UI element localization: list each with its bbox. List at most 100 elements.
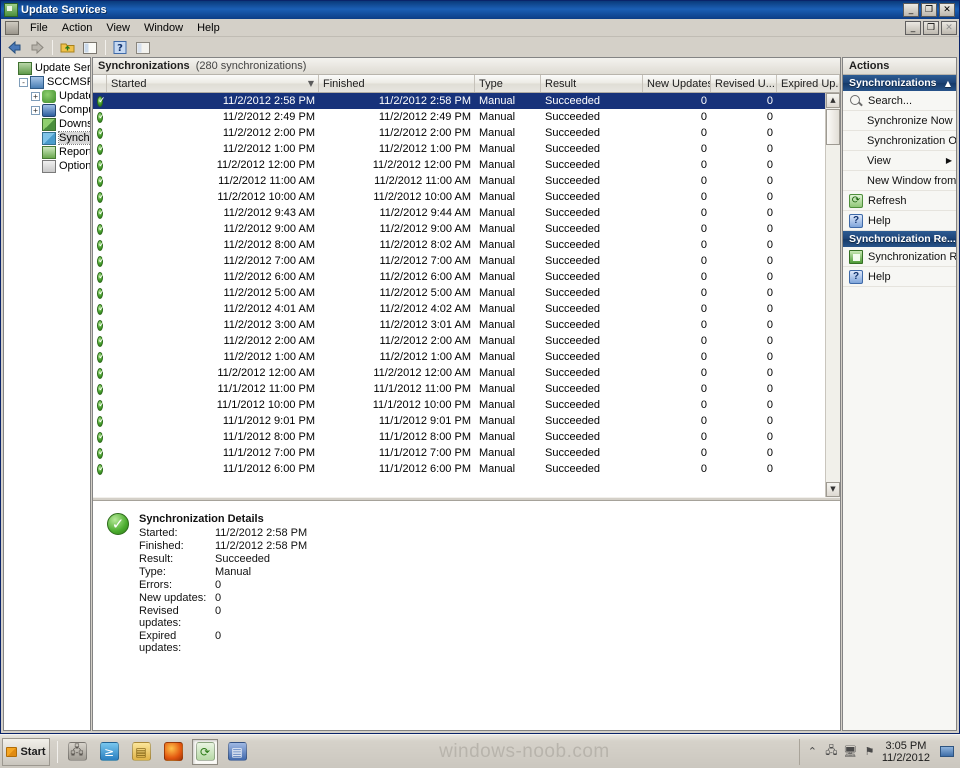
action-item-help[interactable]: Help	[843, 211, 956, 231]
cell-started: 11/2/2012 12:00 AM	[217, 367, 315, 379]
table-row[interactable]: 11/2/2012 4:01 AM 11/2/2012 4:02 AM Manual…	[93, 301, 825, 317]
start-button[interactable]: Start	[2, 737, 50, 766]
taskbar-explorer-icon[interactable]: ▤	[128, 739, 154, 765]
table-row[interactable]: 11/2/2012 2:58 PM 11/2/2012 2:58 PM Manual…	[93, 93, 825, 109]
table-row[interactable]: 11/2/2012 9:00 AM 11/2/2012 9:00 AM Manual…	[93, 221, 825, 237]
cell-new-updates: 0	[700, 415, 707, 427]
action-item-search[interactable]: Search...	[843, 91, 956, 111]
table-row[interactable]: 11/2/2012 10:00 AM 11/2/2012 10:00 AM Manu…	[93, 189, 825, 205]
expander-icon[interactable]: +	[31, 91, 40, 101]
table-row[interactable]: 11/1/2012 7:00 PM 11/1/2012 7:00 PM Manual…	[93, 445, 825, 461]
show-hidden-icons-icon[interactable]: ⌃	[806, 745, 819, 758]
menu-item-file[interactable]: File	[23, 20, 55, 36]
scroll-up-button[interactable]: ▲	[826, 93, 840, 108]
action-item-synchronize-now[interactable]: Synchronize Now	[843, 111, 956, 131]
action-item-view[interactable]: View ▶	[843, 151, 956, 171]
column-header-result[interactable]: Result	[541, 75, 643, 92]
action-item-new-window-from[interactable]: New Window from...	[843, 171, 956, 191]
tree-node-synchronizations[interactable]: Synchronizations	[4, 131, 90, 145]
menu-item-help[interactable]: Help	[190, 20, 227, 36]
tree-node-reports[interactable]: Reports	[4, 145, 90, 159]
table-row[interactable]: 11/2/2012 7:00 AM 11/2/2012 7:00 AM Manual…	[93, 253, 825, 269]
actions-group-header[interactable]: Synchronization Re...▲	[843, 231, 956, 247]
table-row[interactable]: 11/1/2012 9:01 PM 11/1/2012 9:01 PM Manual…	[93, 413, 825, 429]
table-row[interactable]: 11/2/2012 5:00 AM 11/2/2012 5:00 AM Manual…	[93, 285, 825, 301]
succeeded-icon	[97, 175, 103, 187]
expander-icon[interactable]: -	[19, 77, 28, 87]
close-button[interactable]: ✕	[939, 3, 955, 17]
action-item-refresh[interactable]: Refresh	[843, 191, 956, 211]
cell-expired-updates: 0	[777, 255, 825, 267]
mdi-close-button[interactable]: ✕	[941, 21, 957, 35]
cell-result: Succeeded	[545, 447, 601, 459]
show-desktop-button[interactable]	[940, 746, 954, 757]
table-row[interactable]: 11/2/2012 12:00 PM 11/2/2012 12:00 PM Manu…	[93, 157, 825, 173]
menu-item-view[interactable]: View	[99, 20, 137, 36]
column-header-type[interactable]: Type	[475, 75, 541, 92]
column-header-revised-u-[interactable]: Revised U...	[711, 75, 777, 92]
action-center-icon[interactable]: ⚑	[863, 745, 876, 758]
cell-new-updates: 0	[700, 111, 707, 123]
table-row[interactable]: 11/2/2012 1:00 PM 11/2/2012 1:00 PM Manual…	[93, 141, 825, 157]
tree-node-computers[interactable]: + Computers	[4, 103, 90, 117]
column-header-started[interactable]: Started ▼	[107, 75, 319, 92]
table-row[interactable]: 11/1/2012 11:00 PM 11/1/2012 11:00 PM Manu…	[93, 381, 825, 397]
network-icon[interactable]: 🖧	[825, 744, 838, 758]
window-titlebar[interactable]: Update Services _ ❐ ✕	[1, 1, 959, 19]
taskbar-update-services-icon[interactable]: ⟳	[192, 738, 218, 765]
clock-time: 3:05 PM	[885, 739, 927, 752]
table-row[interactable]: 11/1/2012 10:00 PM 11/1/2012 10:00 PM Manu…	[93, 397, 825, 413]
expander-icon[interactable]: +	[31, 105, 40, 115]
column-header-finished[interactable]: Finished	[319, 75, 475, 92]
taskbar-server-manager-icon[interactable]: 🖧	[64, 739, 90, 765]
table-row[interactable]: 11/2/2012 11:00 AM 11/2/2012 11:00 AM Manu…	[93, 173, 825, 189]
cell-started: 11/2/2012 1:00 PM	[222, 143, 315, 155]
listview-header[interactable]: Started ▼ Finished Type Result New Updates Rev…	[93, 75, 840, 93]
cell-started: 11/1/2012 7:00 PM	[222, 447, 315, 459]
menu-item-window[interactable]: Window	[137, 20, 190, 36]
mdi-restore-button[interactable]: ❐	[923, 21, 939, 35]
table-row[interactable]: 11/1/2012 8:00 PM 11/1/2012 8:00 PM Manual…	[93, 429, 825, 445]
table-row[interactable]: 11/1/2012 6:00 PM 11/1/2012 6:00 PM Manual…	[93, 461, 825, 477]
minimize-button[interactable]: _	[903, 3, 919, 17]
tree-node-downstream-servers[interactable]: Downstream Servers	[4, 117, 90, 131]
display-icon[interactable]: 🖥	[843, 745, 857, 758]
table-row[interactable]: 11/2/2012 6:00 AM 11/2/2012 6:00 AM Manual…	[93, 269, 825, 285]
scrollbar-thumb[interactable]	[826, 109, 840, 145]
chevron-up-icon[interactable]: ▲	[945, 79, 951, 88]
listview-body[interactable]: 11/2/2012 2:58 PM 11/2/2012 2:58 PM Manual…	[93, 93, 840, 497]
scope-tree-pane[interactable]: Update Services- SCCMSRV + Updates + Computer…	[3, 57, 91, 731]
tree-node-update-services[interactable]: Update Services	[4, 61, 90, 75]
taskbar-powershell-icon[interactable]: ≥	[96, 739, 122, 765]
column-header-expired-up-[interactable]: Expired Up...	[777, 75, 840, 92]
restore-button[interactable]: ❐	[921, 3, 937, 17]
table-row[interactable]: 11/2/2012 2:00 AM 11/2/2012 2:00 AM Manual…	[93, 333, 825, 349]
column-header-new-updates[interactable]: New Updates	[643, 75, 711, 92]
table-row[interactable]: 11/2/2012 2:49 PM 11/2/2012 2:49 PM Manual…	[93, 109, 825, 125]
succeeded-icon	[97, 303, 103, 315]
column-header-status[interactable]	[93, 75, 107, 92]
tree-node-updates[interactable]: + Updates	[4, 89, 90, 103]
table-row[interactable]: 11/2/2012 8:00 AM 11/2/2012 8:02 AM Manual…	[93, 237, 825, 253]
table-row[interactable]: 11/2/2012 1:00 AM 11/2/2012 1:00 AM Manual…	[93, 349, 825, 365]
table-row[interactable]: 11/2/2012 3:00 AM 11/2/2012 3:01 AM Manual…	[93, 317, 825, 333]
clock[interactable]: 3:05 PM 11/2/2012	[882, 740, 930, 764]
action-item-help[interactable]: Help	[843, 267, 956, 287]
taskbar-configmgr-icon[interactable]: ▤	[224, 739, 250, 765]
succeeded-icon	[107, 513, 129, 535]
tree-node-sccmsrv[interactable]: - SCCMSRV	[4, 75, 90, 89]
cell-new-updates: 0	[700, 367, 707, 379]
table-row[interactable]: 11/2/2012 12:00 AM 11/2/2012 12:00 AM Manu…	[93, 365, 825, 381]
actions-group-header[interactable]: Synchronizations ▲	[843, 75, 956, 91]
action-item-synchronization-r[interactable]: Synchronization R...	[843, 247, 956, 267]
taskbar-firefox-icon[interactable]	[160, 739, 186, 765]
action-item-synchronization-o[interactable]: Synchronization O...	[843, 131, 956, 151]
vertical-scrollbar[interactable]: ▲ ▼	[825, 93, 840, 497]
table-row[interactable]: 11/2/2012 2:00 PM 11/2/2012 2:00 PM Manual…	[93, 125, 825, 141]
table-row[interactable]: 11/2/2012 9:43 AM 11/2/2012 9:44 AM Manual…	[93, 205, 825, 221]
tree-node-options[interactable]: Options	[4, 159, 90, 173]
scroll-down-button[interactable]: ▼	[826, 482, 840, 497]
mdi-minimize-button[interactable]: _	[905, 21, 921, 35]
menu-item-action[interactable]: Action	[55, 20, 100, 36]
